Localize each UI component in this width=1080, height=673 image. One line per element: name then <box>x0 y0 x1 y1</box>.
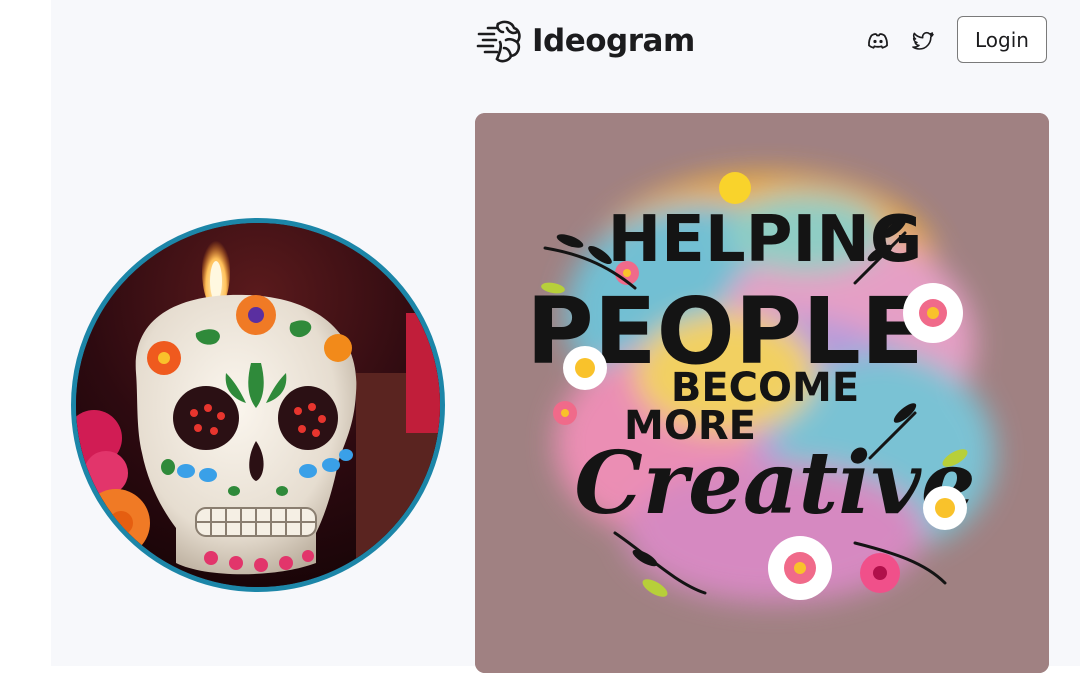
profile-avatar[interactable] <box>71 218 445 592</box>
helping-people-poster: HELPING PEOPLE BECOME MORE Creative <box>475 113 1049 673</box>
poster-line-1: HELPING <box>608 203 923 277</box>
brand-logo[interactable]: Ideogram <box>476 17 695 65</box>
login-button[interactable]: Login <box>957 16 1047 63</box>
sugar-skull-image <box>76 223 440 587</box>
brand-name: Ideogram <box>532 23 695 59</box>
featured-image[interactable]: HELPING PEOPLE BECOME MORE Creative <box>475 113 1049 673</box>
discord-icon[interactable] <box>865 28 891 54</box>
brain-logo-icon <box>476 20 521 63</box>
twitter-icon[interactable] <box>910 28 936 54</box>
poster-line-5: Creative <box>574 433 975 534</box>
